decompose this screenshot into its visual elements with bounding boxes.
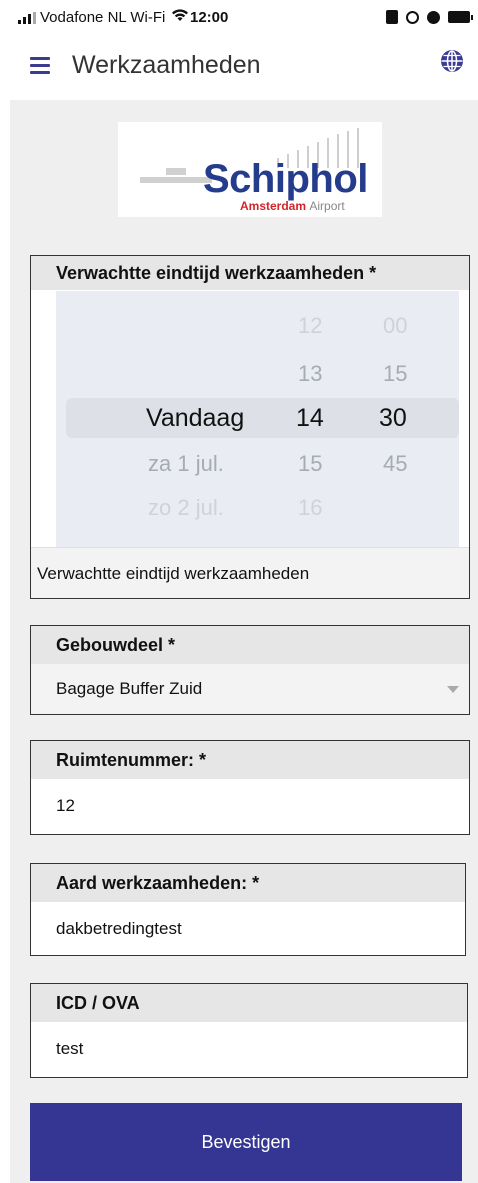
status-bar: Vodafone NL Wi-Fi 12:00 [0,0,478,36]
end-time-footer-text: Verwachtte eindtijd werkzaamheden [37,564,310,583]
picker-day-option[interactable]: za 1 jul. [148,451,224,477]
picker-minute-option[interactable]: 00 [383,313,407,339]
picker-hour-option[interactable]: 15 [298,451,322,477]
logo-subtitle-red: Amsterdam [240,199,307,213]
aard-werkzaamheden-panel: Aard werkzaamheden: * dakbetredingtest [30,863,466,956]
end-time-value[interactable]: Verwachtte eindtijd werkzaamheden [31,547,469,598]
picker-minute-selected[interactable]: 30 [379,404,407,433]
picker-hour-option[interactable]: 12 [298,313,322,339]
logo-subtitle-grey: Airport [309,199,345,213]
location-icon [406,10,419,24]
cellular-signal-icon [18,11,36,24]
logo-stripe [140,177,212,183]
picker-day-selected[interactable]: Vandaag [146,404,244,433]
picker-day-option[interactable]: zo 2 jul. [148,495,224,521]
icd-ova-input[interactable]: test [31,1022,467,1076]
gebouwdeel-label: Gebouwdeel * [31,626,469,664]
form-content: Schiphol Amsterdam Airport Verwachtte ei… [10,100,478,1183]
status-left: Vodafone NL Wi-Fi [18,9,189,26]
icd-ova-panel: ICD / OVA test [30,983,468,1078]
logo-subtitle: Amsterdam Airport [240,199,345,213]
battery-icon [448,11,473,23]
aard-werkzaamheden-input[interactable]: dakbetredingtest [31,902,465,956]
picker-hour-option[interactable]: 16 [298,495,322,521]
picker-minute-option[interactable]: 45 [383,451,407,477]
ruimtenummer-input[interactable]: 12 [31,779,469,833]
app-bar: Werkzaamheden [0,36,478,100]
icd-ova-label: ICD / OVA [31,984,467,1022]
picker-minute-option[interactable]: 15 [383,361,407,387]
status-time: 12:00 [190,9,229,26]
notification-icon [386,10,398,24]
ruimtenummer-panel: Ruimtenummer: * 12 [30,740,470,835]
alarm-icon [427,10,440,24]
picker-hour-selected[interactable]: 14 [296,404,324,433]
logo-word: Schiphol [203,157,368,201]
wifi-icon [171,9,189,26]
gebouwdeel-select[interactable]: Bagage Buffer Zuid [31,664,469,713]
chevron-down-icon [447,686,459,693]
globe-icon[interactable] [440,49,464,73]
date-time-picker[interactable]: 12 13 14 15 16 00 15 30 45 Vandaag za 1 … [56,291,459,547]
schiphol-logo: Schiphol Amsterdam Airport [118,122,382,217]
confirm-button[interactable]: Bevestigen [30,1103,462,1181]
aard-werkzaamheden-label: Aard werkzaamheden: * [31,864,465,902]
picker-hour-option[interactable]: 13 [298,361,322,387]
ruimtenummer-label: Ruimtenummer: * [31,741,469,779]
end-time-label: Verwachtte eindtijd werkzaamheden * [31,256,469,290]
logo-stripe [166,168,186,175]
status-right [386,10,473,24]
carrier-label: Vodafone NL Wi-Fi [40,9,166,26]
page-title: Werkzaamheden [72,51,261,79]
gebouwdeel-panel: Gebouwdeel * Bagage Buffer Zuid [30,625,470,715]
hamburger-menu-icon[interactable] [30,57,50,74]
gebouwdeel-value: Bagage Buffer Zuid [56,679,203,698]
end-time-panel: Verwachtte eindtijd werkzaamheden * 12 1… [30,255,470,599]
